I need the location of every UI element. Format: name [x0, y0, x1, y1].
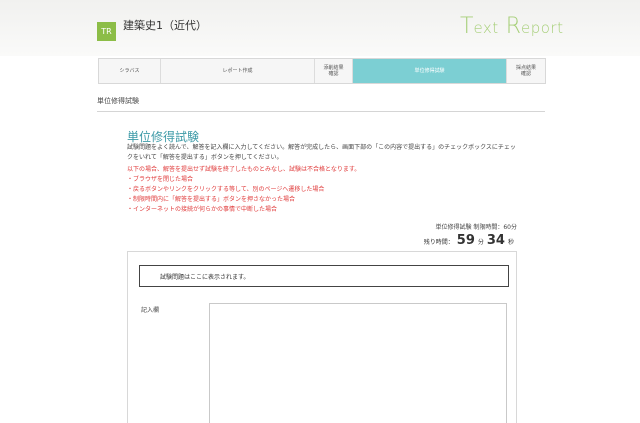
answer-textarea[interactable] — [209, 303, 507, 423]
step-credit-exam[interactable]: 単位修得試験 — [353, 59, 507, 83]
warning-item: ・制限時間内に「解答を提出する」ボタンを押さなかった場合 — [127, 196, 296, 203]
warning-item: ・戻るボタンやリンクをクリックする等して、別のページへ遷移した場合 — [127, 186, 325, 193]
remaining-minutes: 59 — [456, 233, 475, 248]
tr-logo: TR — [97, 22, 116, 41]
divider — [97, 111, 545, 112]
instructions-text: 試験問題をよく読んで、解答を記入欄に入力してください。解答が完成したら、画面下部… — [127, 144, 516, 161]
step-label: シラバス — [119, 67, 140, 74]
question-box: 試験問題はここに表示されます。 — [139, 265, 509, 287]
step-label: 単位修得試験 — [414, 67, 445, 74]
seconds-unit: 秒 — [507, 239, 514, 246]
remaining-seconds: 34 — [486, 233, 505, 248]
time-limit: 単位修得試験 制限時間：60分 — [435, 224, 517, 231]
breadcrumb: 単位修得試験 — [97, 97, 139, 105]
page-header: TR 建築史1（近代） Text Report — [0, 0, 640, 56]
step-label: レポート作成 — [222, 67, 253, 74]
step-label: 添削結果 確認 — [323, 64, 344, 78]
warning-list: 以下の場合、解答を提出せず試験を終了したものとみなし、試験は不合格となります。 … — [127, 165, 517, 215]
answer-label: 記入欄 — [141, 307, 160, 314]
step-grading-result[interactable]: 採点結果 確認 — [507, 59, 545, 83]
step-label: 採点結果 確認 — [515, 64, 536, 78]
exam-panel: 試験問題はここに表示されます。 記入欄 — [127, 251, 517, 423]
warning-item: ・ブラウザを閉じた場合 — [127, 176, 194, 183]
text-report-brand-logo: Text Report — [460, 14, 564, 39]
course-title: 建築史1（近代） — [123, 19, 207, 32]
remaining-label: 残り時間： — [423, 239, 454, 246]
warning-intro: 以下の場合、解答を提出せず試験を終了したものとみなし、試験は不合格となります。 — [127, 166, 361, 173]
minutes-unit: 分 — [477, 239, 484, 246]
warning-item: ・インターネットの接続が何らかの事情で中断した場合 — [127, 206, 278, 213]
countdown-timer: 残り時間： 59 分 34 秒 — [424, 233, 517, 248]
step-report-writing[interactable]: レポート作成 — [161, 59, 315, 83]
progress-steps: シラバス レポート作成 添削結果 確認 単位修得試験 採点結果 確認 — [98, 58, 546, 84]
step-syllabus[interactable]: シラバス — [99, 59, 161, 83]
step-correction-result[interactable]: 添削結果 確認 — [315, 59, 353, 83]
question-text: 試験問題はここに表示されます。 — [160, 273, 250, 281]
